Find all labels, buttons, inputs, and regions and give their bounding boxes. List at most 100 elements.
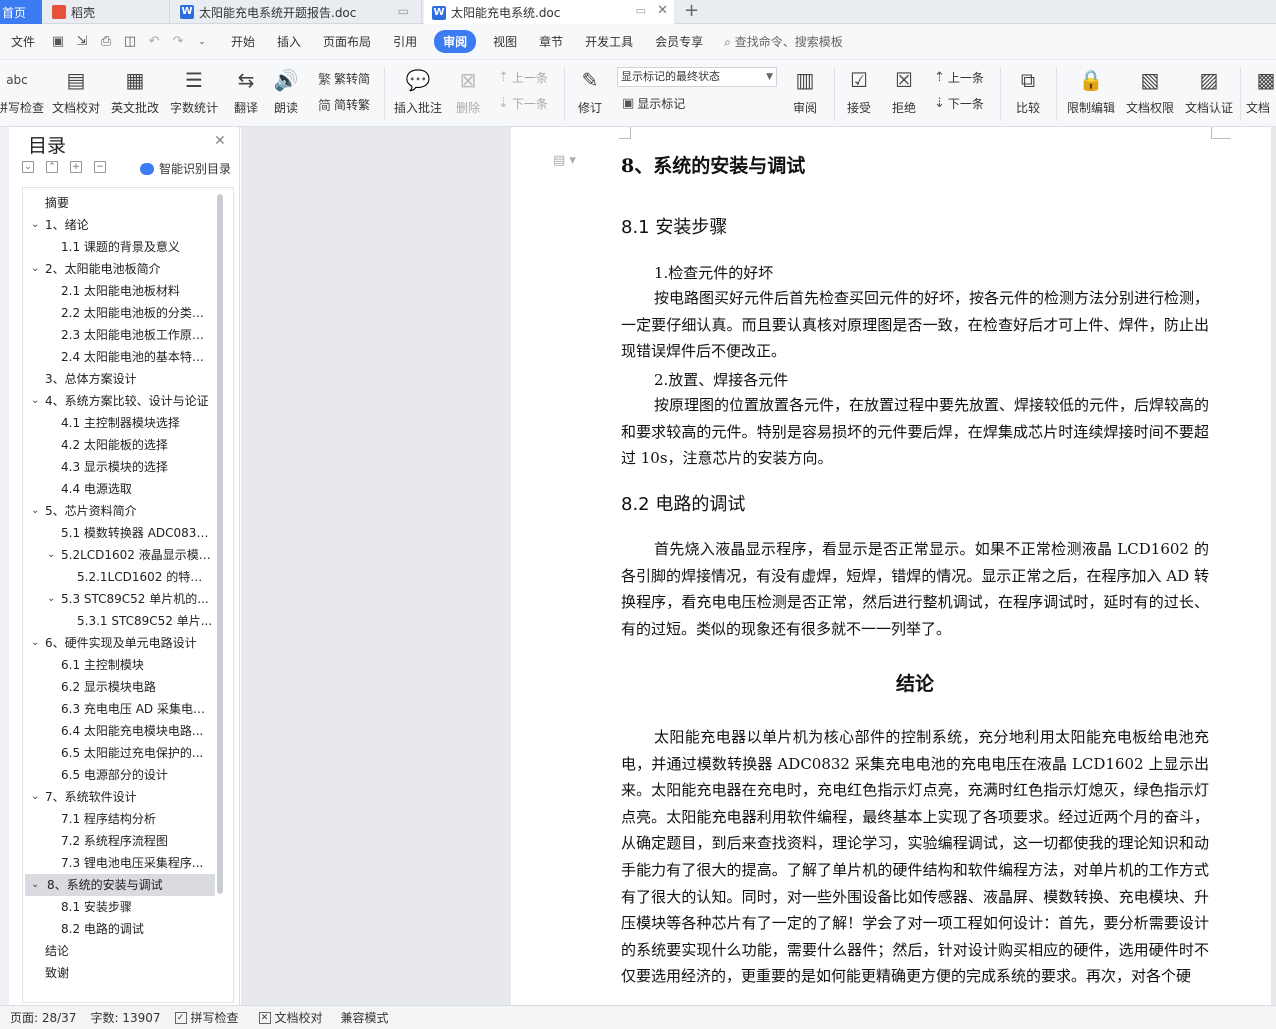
toc-item[interactable]: 5.1 模数转换器 ADC0832... [61,522,213,544]
toc-item[interactable]: 2、太阳能电池板简介 [45,258,213,280]
preview-icon[interactable]: ◫ [123,34,137,49]
toc-item[interactable]: 8、系统的安装与调试 [25,874,215,896]
spell-check-status[interactable]: ✓ 拼写检查 [174,1009,239,1026]
doc-cert-button[interactable]: ▨ 文档认证 [1183,65,1235,116]
menu-view[interactable]: 视图 [482,33,528,50]
chevron-down-icon[interactable]: ⌄ [31,263,39,274]
chevron-down-icon[interactable]: ⌄ [31,791,39,802]
delete-comment-button[interactable]: ⊠ 删除 [450,65,486,116]
menu-member[interactable]: 会员专享 [644,33,714,50]
toc-item[interactable]: 7.3 锂电池电压采集程序... [61,852,213,874]
close-tab-icon[interactable]: ✕ [657,3,668,18]
doc-more-button[interactable]: ▩ 文档 [1246,65,1276,116]
trad-to-simp-button[interactable]: 繁繁转简 [318,69,370,88]
collapse-all-icon[interactable]: ⌃ [46,161,58,173]
add-heading-icon[interactable]: + [70,161,82,173]
expand-all-icon[interactable]: ⌄ [22,161,34,173]
english-review-button[interactable]: ▦ 英文批改 [108,65,162,116]
next-change-button[interactable]: ⇣ 下一条 [934,95,984,112]
toc-item[interactable]: 2.2 太阳能电池板的分类及... [61,302,213,324]
new-tab-icon[interactable]: + [684,0,699,24]
save-icon[interactable]: ▣ [51,34,65,49]
page-options-icon[interactable]: ▤ ▾ [553,153,576,168]
toc-item[interactable]: 6.5 电源部分的设计 [61,764,213,786]
document-page[interactable]: ▤ ▾ 8、系统的安装与调试 8.1 安装步骤 1.检查元件的好坏 按电路图买好… [511,127,1271,1005]
prev-comment-button[interactable]: ⇡ 上一条 [498,69,548,86]
toc-item[interactable]: 5.3.1 STC89C52 单片... [77,610,213,632]
prev-change-button[interactable]: ⇡ 上一条 [934,69,984,86]
menu-review[interactable]: 审阅 [434,30,477,53]
remove-heading-icon[interactable]: − [94,161,106,173]
tab-active-doc[interactable]: W 太阳能充电系统.doc ▭ ✕ [424,0,674,25]
toc-item[interactable]: 5.2LCD1602 液晶显示模块... [61,544,213,566]
toc-item[interactable]: 6、硬件实现及单元电路设计 [45,632,213,654]
tab-docer[interactable]: 稻壳 [44,0,170,24]
undo-icon[interactable]: ↶ [147,34,161,49]
doc-check-button[interactable]: ▤ 文档校对 [50,65,102,116]
chevron-down-icon[interactable]: ⌄ [31,879,39,890]
toc-item[interactable]: 2.4 太阳能电池的基本特性... [61,346,213,368]
toc-item[interactable]: 1.1 课题的背景及意义 [61,236,213,258]
word-count-status[interactable]: 字数: 13907 [90,1009,160,1026]
read-aloud-button[interactable]: 🔊 朗读 [270,65,302,116]
chevron-down-icon[interactable]: ⌄ [47,593,55,604]
monitor-icon[interactable]: ▭ [398,4,409,18]
toc-scrollbar[interactable] [217,194,223,894]
monitor-icon[interactable]: ▭ [636,4,646,17]
simp-to-trad-button[interactable]: 简简转繁 [318,95,370,114]
track-changes-button[interactable]: ✎ 修订 [570,65,610,116]
toc-item[interactable]: 4.1 主控制器模块选择 [61,412,213,434]
toc-item[interactable]: 6.5 太阳能过充电保护的... [61,742,213,764]
export-icon[interactable]: ⇲ [75,34,89,49]
menu-developer[interactable]: 开发工具 [574,33,644,50]
toc-item[interactable]: 6.2 显示模块电路 [61,676,213,698]
compare-button[interactable]: ⧉ 比较 [1008,65,1048,116]
toc-item[interactable]: 致谢 [45,962,213,984]
word-count-button[interactable]: ☰ 字数统计 [168,65,220,116]
print-icon[interactable]: ⎙ [99,34,113,49]
toc-item[interactable]: 结论 [45,940,213,962]
chevron-down-icon[interactable]: ⌄ [31,505,39,516]
toc-item[interactable]: 2.1 太阳能电池板材料 [61,280,213,302]
toc-item[interactable]: 6.1 主控制模块 [61,654,213,676]
chevron-down-icon[interactable]: ⌄ [195,35,209,49]
toc-item[interactable]: 7.1 程序结构分析 [61,808,213,830]
tab-home[interactable]: 首页 [0,0,42,24]
markup-state-dropdown[interactable]: 显示标记的最终状态 ▼ [617,67,777,87]
redo-icon[interactable]: ↷ [171,34,185,49]
smart-toc-button[interactable]: 智能识别目录 [140,160,231,177]
spell-check-button[interactable]: abc 拼写检查 [0,65,44,116]
chevron-down-icon[interactable]: ⌄ [31,637,39,648]
menu-layout[interactable]: 页面布局 [312,33,382,50]
toc-item[interactable]: 3、总体方案设计 [45,368,213,390]
page-indicator[interactable]: 页面: 28/37 [10,1009,76,1026]
toc-item[interactable]: 摘要 [45,192,213,214]
toc-item[interactable]: 4.2 太阳能板的选择 [61,434,213,456]
chevron-down-icon[interactable]: ⌄ [31,395,39,406]
chevron-down-icon[interactable]: ⌄ [47,549,55,560]
toc-item[interactable]: 5.2.1LCD1602 的特性... [77,566,213,588]
menu-insert[interactable]: 插入 [266,33,312,50]
restrict-edit-button[interactable]: 🔒 限制编辑 [1064,65,1118,116]
toc-item[interactable]: 5.3 STC89C52 单片机的... [61,588,213,610]
toc-item[interactable]: 4.3 显示模块的选择 [61,456,213,478]
translate-button[interactable]: ⇆ 翻译 [226,65,266,116]
toc-item[interactable]: 4、系统方案比较、设计与论证 [45,390,213,412]
toc-item[interactable]: 7、系统软件设计 [45,786,213,808]
toc-item[interactable]: 5、芯片资料简介 [45,500,213,522]
toc-item[interactable]: 7.2 系统程序流程图 [61,830,213,852]
command-search[interactable]: ⌕ 查找命令、搜索模板 [724,33,843,50]
toc-item[interactable]: 6.4 太阳能充电模块电路... [61,720,213,742]
toc-item[interactable]: 1、绪论 [45,214,213,236]
menu-start[interactable]: 开始 [220,33,266,50]
review-pane-button[interactable]: ▥ 审阅 [786,65,824,116]
tab-proposal-doc[interactable]: W 太阳能充电系统开题报告.doc ▭ [172,0,422,24]
close-icon[interactable]: ✕ [214,133,226,149]
toc-item[interactable]: 8.1 安装步骤 [61,896,213,918]
next-comment-button[interactable]: ⇣ 下一条 [498,95,548,112]
toc-item[interactable]: 6.3 充电电压 AD 采集电路... [61,698,213,720]
insert-comment-button[interactable]: 💬 插入批注 [392,65,444,116]
menu-references[interactable]: 引用 [382,33,428,50]
toc-item[interactable]: 8.2 电路的调试 [61,918,213,940]
chevron-down-icon[interactable]: ⌄ [31,219,39,230]
